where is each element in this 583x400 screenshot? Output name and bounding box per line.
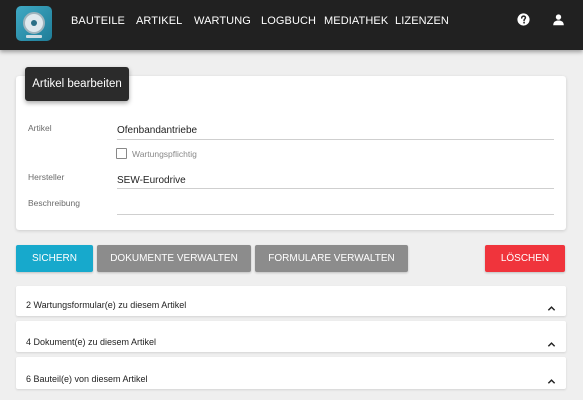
safe-dial-icon xyxy=(23,12,45,34)
hersteller-label: Hersteller xyxy=(28,172,65,182)
help-icon[interactable] xyxy=(517,13,530,26)
wartungspflichtig-label: Wartungspflichtig xyxy=(132,149,197,159)
panel-title: 6 Bauteil(e) von diesem Artikel xyxy=(26,374,148,384)
user-icon[interactable] xyxy=(552,13,565,26)
card-header: Artikel bearbeiten xyxy=(25,67,129,101)
nav-item-logbuch[interactable]: LOGBUCH xyxy=(261,15,316,27)
nav-item-wartung[interactable]: WARTUNG xyxy=(194,15,251,27)
wartungspflichtig-checkbox[interactable] xyxy=(116,148,127,159)
panel-title: 4 Dokument(e) zu diesem Artikel xyxy=(26,337,157,347)
artikel-label: Artikel xyxy=(28,123,52,133)
chevron-up-icon[interactable] xyxy=(547,304,556,313)
chevron-up-icon[interactable] xyxy=(547,340,556,349)
artikel-field-underline xyxy=(117,139,554,140)
maintenance-forms-panel[interactable]: 2 Wartungsformular(e) zu diesem Artikel xyxy=(16,286,566,316)
documents-panel[interactable]: 4 Dokument(e) zu diesem Artikel xyxy=(16,321,566,352)
nav-item-artikel[interactable]: ARTIKEL xyxy=(136,15,182,27)
nav-item-lizenzen[interactable]: LIZENZEN xyxy=(395,15,449,27)
panel-title: 2 Wartungsformular(e) zu diesem Artikel xyxy=(26,300,187,310)
manage-documents-button[interactable]: DOKUMENTE VERWALTEN xyxy=(97,245,251,272)
manage-forms-button[interactable]: FORMULARE VERWALTEN xyxy=(255,245,408,272)
beschreibung-label: Beschreibung xyxy=(28,198,80,208)
safe-handle-icon xyxy=(26,35,42,38)
artikel-field[interactable]: Ofenbandantriebe xyxy=(117,125,197,136)
beschreibung-field-underline xyxy=(117,214,554,215)
top-navbar: BAUTEILE ARTIKEL WARTUNG LOGBUCH MEDIATH… xyxy=(0,0,583,50)
nav-item-bauteile[interactable]: BAUTEILE xyxy=(71,15,125,27)
save-button[interactable]: SICHERN xyxy=(16,245,93,272)
safe-logo-icon[interactable] xyxy=(16,6,52,41)
hersteller-field[interactable]: SEW-Eurodrive xyxy=(117,175,186,186)
hersteller-field-underline xyxy=(117,188,554,189)
chevron-up-icon[interactable] xyxy=(547,377,556,386)
delete-button[interactable]: LÖSCHEN xyxy=(485,245,565,272)
nav-item-mediathek[interactable]: MEDIATHEK xyxy=(324,15,388,27)
components-panel[interactable]: 6 Bauteil(e) von diesem Artikel xyxy=(16,357,566,389)
